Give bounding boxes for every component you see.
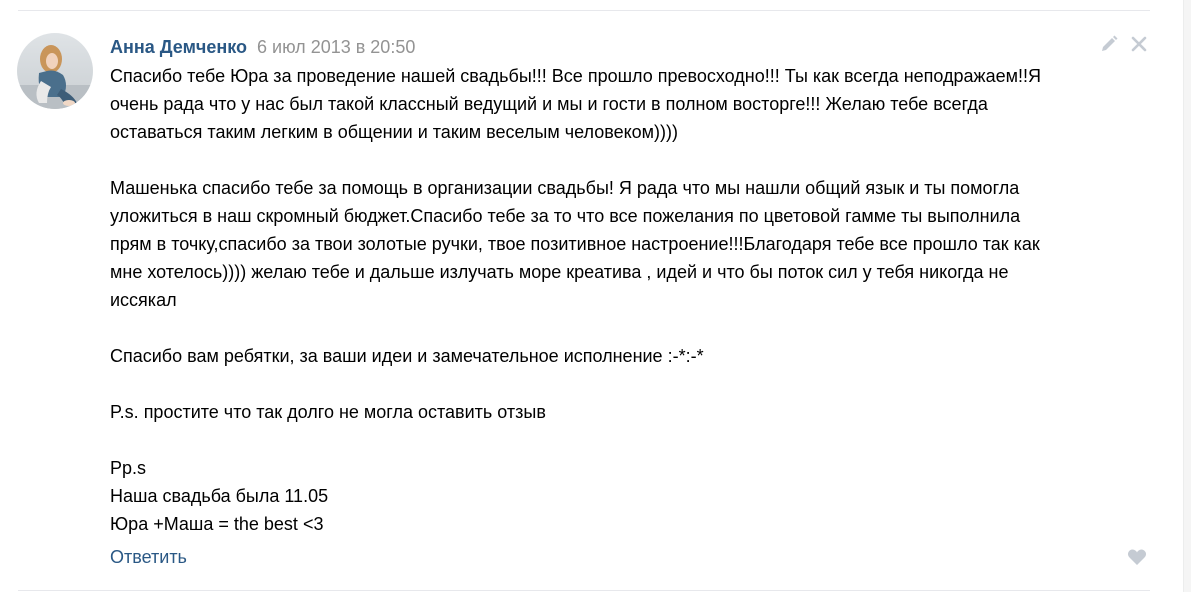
text-line: очень рада что у нас был такой классный …	[110, 94, 988, 114]
author-avatar[interactable]	[17, 33, 93, 109]
text-line: Машенька спасибо тебе за помощь в органи…	[110, 178, 1020, 198]
text-line: иссякал	[110, 290, 177, 310]
comment-text: Спасибо тебе Юра за проведение нашей сва…	[110, 62, 1160, 538]
comment-header: Анна Демченко 6 июл 2013 в 20:50	[110, 36, 415, 58]
text-line: уложиться в наш скромный бюджет.Спасибо …	[110, 206, 1021, 226]
text-line: Pp.s	[110, 458, 147, 478]
text-line: Спасибо тебе Юра за проведение нашей сва…	[110, 66, 1041, 86]
reply-button[interactable]: Ответить	[110, 546, 187, 568]
pencil-icon[interactable]	[1099, 34, 1119, 54]
text-line: прям в точку,спасибо за твои золотые руч…	[110, 234, 1040, 254]
avatar-image	[17, 33, 93, 109]
text-line: мне хотелось)))) желаю тебе и дальше изл…	[110, 262, 1009, 282]
scrollbar[interactable]	[1183, 0, 1191, 592]
text-line: оставаться таким легким в общении и таки…	[110, 122, 679, 142]
author-name[interactable]: Анна Демченко	[110, 37, 247, 57]
comment-page: Анна Демченко 6 июл 2013 в 20:50 Спасибо…	[0, 0, 1191, 592]
close-icon[interactable]	[1129, 34, 1149, 54]
text-line: P.s. простите что так долго не могла ост…	[110, 402, 546, 422]
text-line: Наша свадьба была 11.05	[110, 486, 329, 506]
text-line: Юра +Маша = the best <3	[110, 514, 324, 534]
post-date[interactable]: 6 июл 2013 в 20:50	[257, 37, 415, 57]
heart-icon[interactable]	[1127, 548, 1147, 566]
text-line: Спасибо вам ребятки, за ваши идеи и заме…	[110, 346, 704, 366]
comment-tools	[1099, 34, 1151, 54]
bottom-divider	[18, 590, 1150, 591]
top-divider	[18, 10, 1150, 11]
